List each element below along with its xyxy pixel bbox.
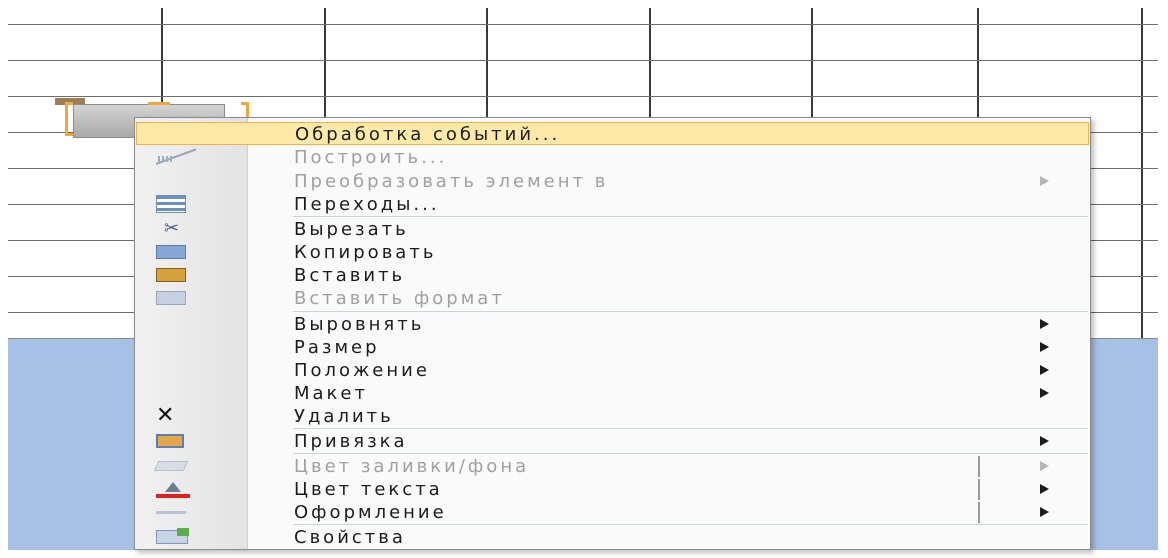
copy-icon [156, 245, 186, 259]
delete-icon: ✕ [156, 403, 178, 428]
menu-item-navigation[interactable]: Переходы... [136, 193, 1089, 216]
menu-item-convert-element: Преобразовать элемент в [136, 170, 1089, 193]
menu-separator [293, 216, 1088, 217]
grid-line [8, 60, 1158, 61]
menu-item-layout[interactable]: Макет [136, 382, 1089, 405]
menu-item-label: Построить... [294, 147, 448, 168]
menu-separator [293, 453, 1088, 454]
menu-item-paste-format: Вставить формат [136, 287, 1089, 310]
font-color-icon [156, 480, 190, 498]
menu-item-size[interactable]: Размер [136, 336, 1089, 359]
context-menu: Обработка событий... Построить... Преобр… [134, 117, 1091, 550]
menu-separator [293, 311, 1088, 312]
submenu-arrow-icon [1040, 507, 1049, 517]
menu-item-label: Переходы... [294, 194, 440, 215]
menu-item-label: Свойства [294, 527, 406, 548]
submenu-arrow-icon [1040, 461, 1049, 471]
submenu-arrow-icon [1040, 484, 1049, 494]
menu-item-position[interactable]: Положение [136, 359, 1089, 382]
menu-item-label: Вставить формат [294, 288, 505, 309]
menu-item-paste[interactable]: Вставить [136, 264, 1089, 287]
menu-item-fill-color: Цвет заливки/фона [136, 455, 1089, 478]
menu-item-label: Размер [294, 337, 380, 358]
menu-item-label: Преобразовать элемент в [294, 171, 609, 192]
menu-item-align[interactable]: Выровнять [136, 313, 1089, 336]
grid-line [1141, 8, 1143, 338]
submenu-arrow-icon [1040, 436, 1049, 446]
menu-item-delete[interactable]: ✕ Удалить [136, 405, 1089, 428]
submenu-arrow-icon [1040, 388, 1049, 398]
submenu-arrow-icon [1040, 365, 1049, 375]
menu-item-properties[interactable]: Свойства [136, 526, 1089, 549]
menu-item-label: Обработка событий... [295, 124, 561, 145]
menu-item-copy[interactable]: Копировать [136, 241, 1089, 264]
menu-separator [293, 524, 1088, 525]
split-divider [978, 502, 980, 523]
scissors-icon: ✂ [164, 218, 183, 239]
menu-item-anchoring[interactable]: Привязка [136, 430, 1089, 453]
menu-item-label: Цвет заливки/фона [294, 456, 530, 477]
properties-icon [156, 528, 189, 544]
menu-item-label: Привязка [294, 431, 408, 452]
build-icon [156, 148, 196, 166]
menu-item-label: Цвет текста [294, 479, 443, 500]
menu-item-label: Вставить [294, 265, 406, 286]
split-divider [978, 456, 980, 477]
menu-item-label: Удалить [294, 406, 394, 427]
menu-item-label: Вырезать [294, 219, 409, 240]
menu-item-build: Построить... [136, 146, 1089, 169]
menu-item-label: Копировать [294, 242, 437, 263]
resize-handle-left[interactable] [65, 102, 73, 136]
menu-item-label: Выровнять [294, 314, 425, 335]
submenu-arrow-icon [1040, 319, 1049, 329]
resize-handle-top[interactable] [148, 102, 170, 108]
menu-item-cut[interactable]: ✂ Вырезать [136, 218, 1089, 241]
menu-item-font-color[interactable]: Цвет текста [136, 478, 1089, 501]
paste-icon [156, 268, 186, 282]
submenu-arrow-icon [1040, 342, 1049, 352]
navigation-icon [156, 195, 186, 213]
menu-item-label: Оформление [294, 502, 447, 523]
split-divider [978, 479, 980, 500]
anchoring-icon [156, 434, 184, 448]
format-icon [156, 511, 186, 514]
menu-item-event-handling[interactable]: Обработка событий... [136, 122, 1089, 145]
menu-separator [293, 428, 1088, 429]
menu-item-format[interactable]: Оформление [136, 501, 1089, 524]
grid-line [8, 24, 1158, 25]
menu-item-label: Положение [294, 360, 430, 381]
paste-format-icon [156, 291, 186, 305]
menu-item-label: Макет [294, 383, 368, 404]
submenu-arrow-icon [1040, 176, 1049, 186]
fill-color-icon [153, 461, 189, 471]
grid-line [8, 96, 1158, 97]
